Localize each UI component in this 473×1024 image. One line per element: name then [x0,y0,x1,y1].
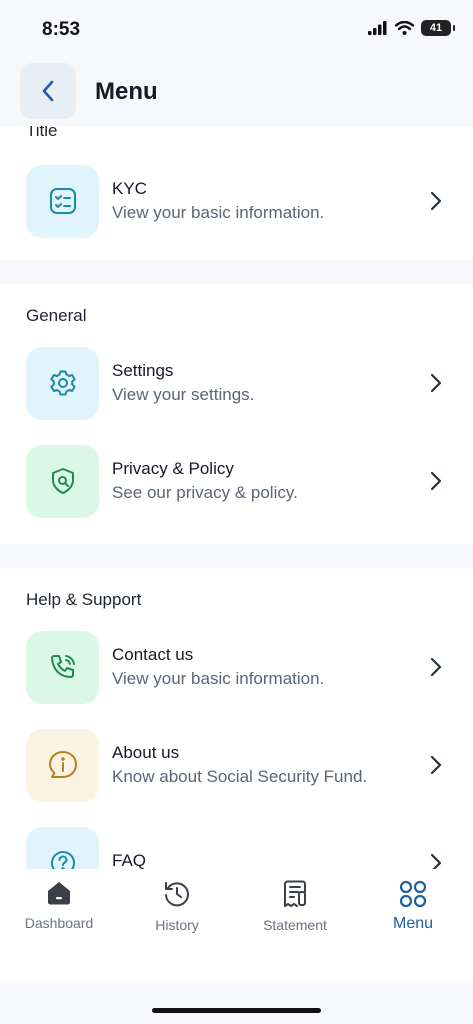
menu-item-faq[interactable]: FAQ [0,814,473,869]
chevron-right-icon [430,755,442,775]
item-title: About us [112,743,180,762]
item-subtitle: Know about Social Security Fund. [112,767,368,786]
nav-label: Statement [263,917,327,933]
status-time: 8:53 [42,19,81,40]
history-icon [165,882,189,907]
nav-label: Menu [392,915,434,932]
nav-label: Dashboard [24,915,94,931]
settings-icon-box [26,346,99,420]
wifi-icon [395,21,414,35]
faq-icon-box [26,826,99,869]
about-icon-box [26,728,99,802]
item-subtitle: See our privacy & policy. [112,483,298,502]
menu-content[interactable]: Title KYC View your basic information. G… [0,126,473,869]
section-heading: Title [26,126,58,140]
menu-item-privacy-policy[interactable]: Privacy & Policy See our privacy & polic… [0,432,473,530]
gear-icon [49,370,76,396]
nav-history[interactable]: History [118,879,236,939]
status-bar: 8:53 41 [0,0,473,60]
nav-label: History [155,917,199,933]
item-title: Settings [112,361,174,380]
question-icon [50,851,75,869]
back-button[interactable] [20,63,76,119]
item-title: Contact us [112,645,194,664]
header: Menu [0,62,473,122]
section-heading: General [26,306,87,325]
signal-icon [368,21,387,35]
item-subtitle: View your settings. [112,385,255,404]
item-title: Privacy & Policy [112,459,234,478]
info-icon [48,751,77,778]
chevron-right-icon [430,191,442,211]
grid-icon [399,880,427,908]
menu-item-settings[interactable]: Settings View your settings. [0,334,473,432]
item-title: FAQ [112,851,147,869]
page-title: Menu [95,78,158,105]
chevron-right-icon [430,657,442,677]
nav-statement[interactable]: Statement [236,879,354,939]
nav-dashboard[interactable]: Dashboard [0,879,118,939]
nav-menu[interactable]: Menu [354,879,472,939]
contact-icon-box [26,630,99,704]
home-bar-area [0,983,473,1024]
bottom-nav: Dashboard History Statement Menu [0,869,473,983]
privacy-icon-box [26,444,99,518]
home-indicator[interactable] [152,1008,321,1013]
battery-level: 41 [429,22,443,34]
section-heading: Help & Support [26,590,142,609]
phone-icon [50,655,75,678]
chevron-right-icon [430,471,442,491]
item-subtitle: View your basic information. [112,669,325,688]
item-title: KYC [112,179,147,198]
chevron-right-icon [430,373,442,393]
chevron-right-icon [430,853,442,869]
section-general: General Settings View your settings. Pri… [0,284,473,544]
section-title: Title KYC View your basic information. [0,126,473,260]
battery-icon: 41 [421,20,455,36]
home-icon [48,882,70,905]
chevron-left-icon [42,80,54,102]
section-help-support: Help & Support Contact us View your basi… [0,568,473,869]
kyc-icon-box [26,164,99,238]
receipt-icon [284,880,306,907]
menu-item-contact-us[interactable]: Contact us View your basic information. [0,618,473,716]
menu-item-kyc[interactable]: KYC View your basic information. [0,164,473,238]
shield-search-icon [51,468,74,494]
status-icons: 41 [368,20,455,36]
menu-item-about-us[interactable]: About us Know about Social Security Fund… [0,716,473,814]
item-subtitle: View your basic information. [112,203,325,222]
list-check-icon [49,188,76,214]
